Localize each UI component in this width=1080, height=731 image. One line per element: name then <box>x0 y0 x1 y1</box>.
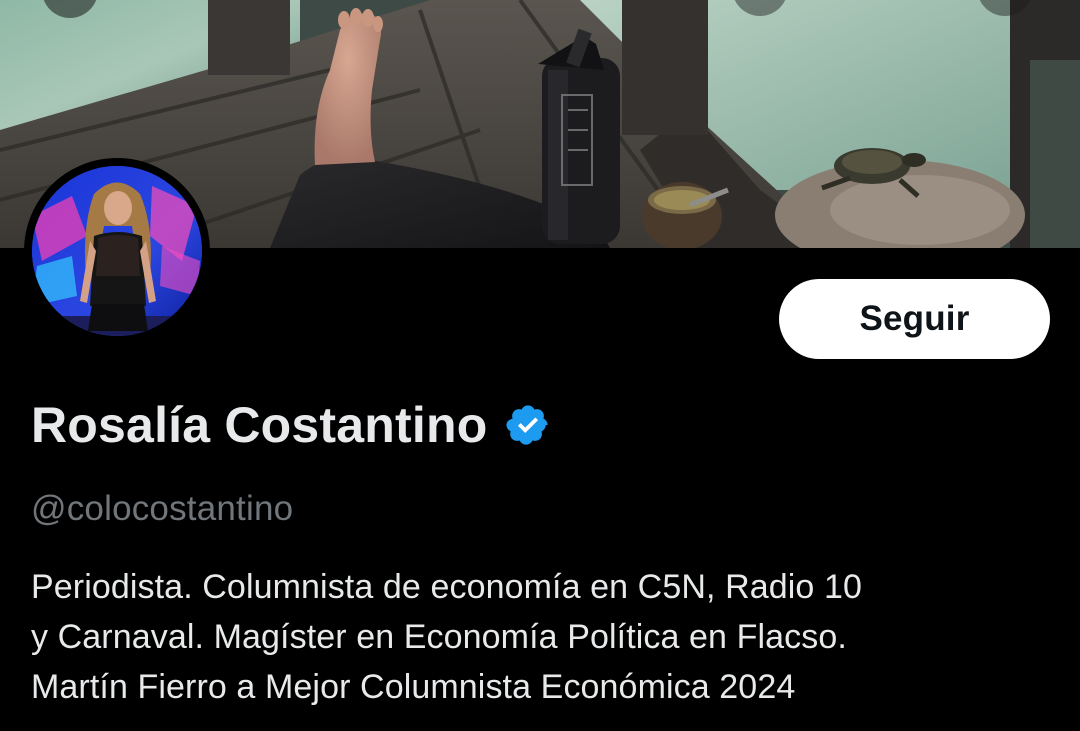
avatar[interactable] <box>24 158 210 344</box>
avatar-image <box>32 166 202 336</box>
follow-button-label: Seguir <box>859 299 970 338</box>
profile-name-row: Rosalía Costantino <box>31 393 551 457</box>
profile-page: Seguir Rosalía Costantino @colocostantin… <box>0 0 1080 731</box>
display-name: Rosalía Costantino <box>31 397 488 453</box>
verified-badge-icon[interactable] <box>505 402 551 448</box>
bio-line: y Carnaval. Magíster en Economía Polític… <box>31 618 847 656</box>
follow-button[interactable]: Seguir <box>779 279 1050 359</box>
bio-line: Periodista. Columnista de economía en C5… <box>31 568 862 606</box>
bio-line: Martín Fierro a Mejor Columnista Económi… <box>31 668 796 706</box>
profile-bio: Periodista. Columnista de economía en C5… <box>31 562 1061 712</box>
username-handle: @colocostantino <box>31 489 294 528</box>
